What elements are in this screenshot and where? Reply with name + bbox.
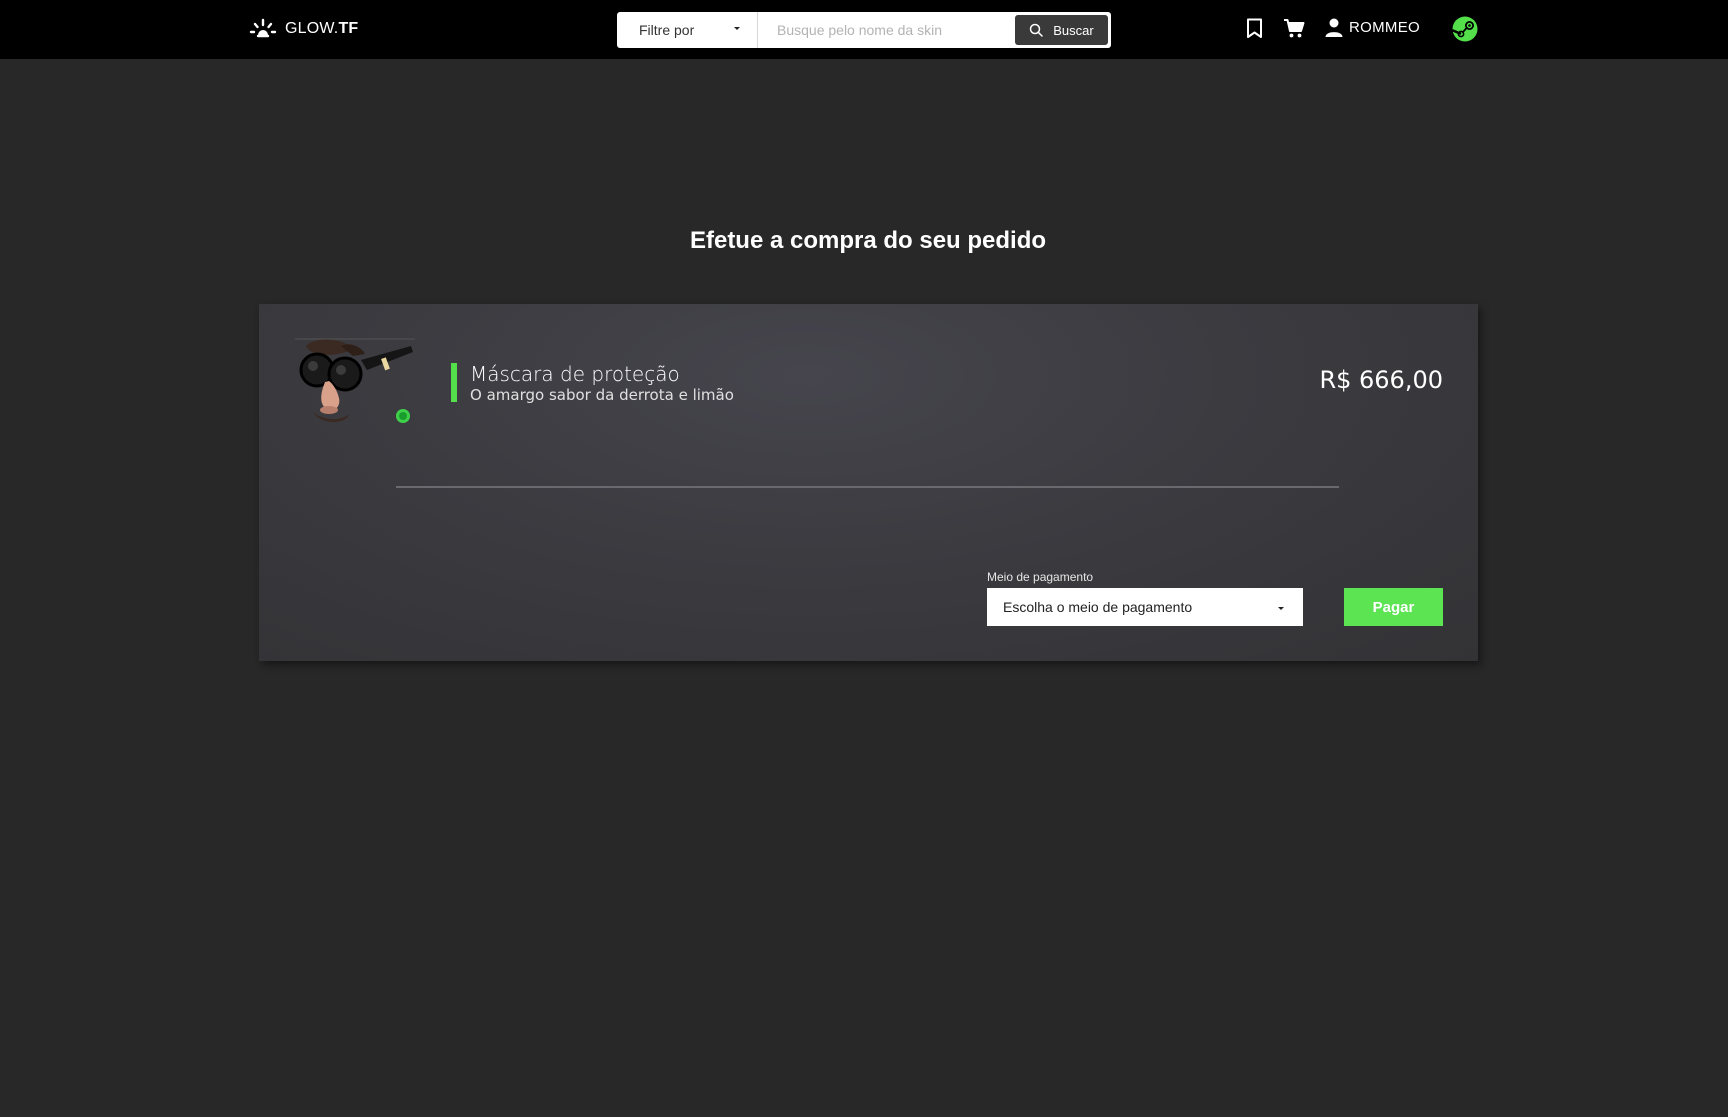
user-icon [1325, 18, 1343, 37]
search-input[interactable] [758, 12, 1015, 48]
search-button-label: Buscar [1053, 22, 1094, 38]
brand-name: GLOW.TF [285, 20, 359, 37]
search-bar: Filtre por Buscar [617, 12, 1111, 48]
bookmark-button[interactable] [1246, 18, 1263, 39]
payment-method-select[interactable]: Escolha o meio de pagamento [987, 588, 1303, 626]
order-card: Máscara de proteção O amargo sabor da de… [259, 304, 1478, 661]
caret-down-icon [734, 27, 740, 30]
steam-icon [1451, 16, 1478, 42]
filter-label: Filtre por [639, 22, 695, 38]
logo-icon [249, 18, 277, 38]
divider [396, 486, 1339, 488]
steam-button[interactable] [1451, 16, 1478, 42]
pay-button[interactable]: Pagar [1344, 588, 1443, 626]
payment-method-value: Escolha o meio de pagamento [1003, 599, 1193, 615]
item-name: Máscara de proteção [470, 362, 680, 386]
filter-dropdown[interactable]: Filtre por [617, 12, 758, 48]
username: ROMMEO [1349, 19, 1420, 36]
payment-method-label: Meio de pagamento [987, 570, 1094, 584]
bookmark-icon [1247, 18, 1262, 38]
item-price: R$ 666,00 [1319, 366, 1443, 394]
item-subtitle: O amargo sabor da derrota e limão [470, 386, 734, 404]
caret-down-icon [1278, 607, 1284, 610]
page-title: Efetue a compra do seu pedido [689, 227, 1047, 254]
top-navigation-bar: GLOW.TF Filtre por Buscar ROMMEO [0, 0, 1728, 59]
user-menu[interactable]: ROMMEO [1325, 18, 1420, 37]
cart-button[interactable] [1283, 18, 1305, 39]
item-image[interactable] [291, 338, 417, 428]
item-accent-bar [451, 363, 457, 402]
search-icon [1030, 23, 1044, 37]
search-button[interactable]: Buscar [1015, 15, 1108, 45]
cart-icon [1284, 19, 1305, 38]
brand-logo[interactable]: GLOW.TF [249, 16, 358, 42]
